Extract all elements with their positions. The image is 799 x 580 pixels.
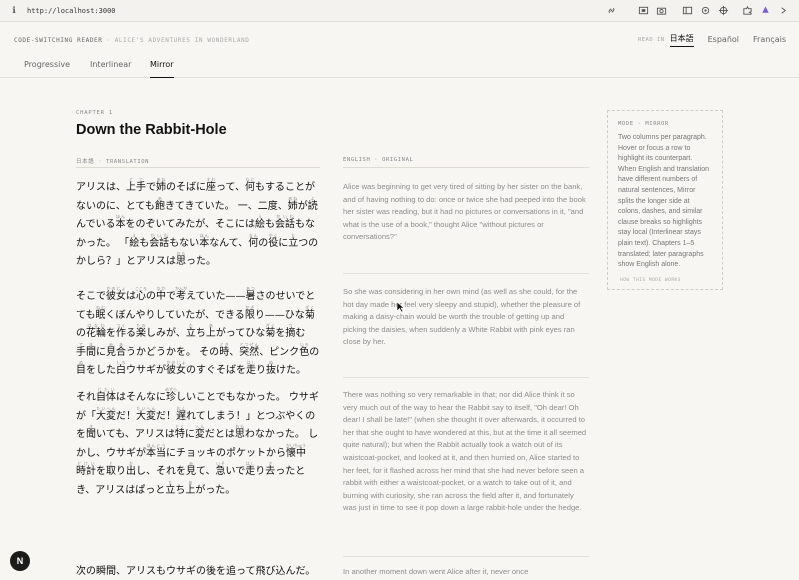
paragraph-original[interactable]: Alice was beginning to get very tired of… (343, 181, 589, 244)
language-japanese[interactable]: 日本語 (669, 33, 694, 47)
paragraph-translation[interactable]: そこで彼女かのじょは心こころの中なかで考かんがえていた——暑あつさのせいでとても… (76, 286, 320, 381)
divider (343, 273, 589, 274)
mouse-cursor-icon (396, 298, 405, 317)
language-french[interactable]: Français (753, 35, 786, 46)
paragraph-translation[interactable]: アリスは、上手どてで姉あねのそばに座すわって、何なにもすることがないのに、とても… (76, 177, 320, 272)
dev-tools-button[interactable]: N (10, 551, 30, 571)
app-name: CODE-SWITCHING READER (14, 37, 103, 44)
paragraph-translation[interactable]: 次の瞬間、アリスもウサギの後を追って飛び込んだ。 (76, 563, 320, 580)
how-this-mode-works-link[interactable]: HOW THIS MODE WORKS (620, 278, 681, 283)
paragraph-original[interactable]: So she was considering in her own mind (… (343, 286, 589, 349)
site-info-icon[interactable]: ℹ (7, 6, 21, 16)
language-spanish[interactable]: Español (708, 35, 739, 46)
divider (343, 167, 589, 168)
chapter-title: Down the Rabbit-Hole (76, 122, 227, 138)
brand-separator: · (106, 37, 111, 44)
original-column-heading: ENGLISH · ORIGINAL (343, 157, 414, 163)
language-switcher: READ IN 日本語 Español Français (638, 33, 786, 47)
extension-purple-icon[interactable] (759, 4, 771, 16)
tab-interlinear[interactable]: Interlinear (90, 60, 131, 78)
paragraph-original[interactable]: There was nothing so very remarkable in … (343, 389, 589, 515)
divider (343, 556, 589, 557)
extensions-icon[interactable] (741, 4, 753, 16)
app-header: CODE-SWITCHING READER · ALICE'S ADVENTURES… (0, 22, 799, 56)
camera-icon[interactable] (655, 4, 667, 16)
expand-icon[interactable] (777, 4, 789, 16)
picture-in-picture-icon[interactable] (637, 4, 649, 16)
target-icon[interactable] (717, 4, 729, 16)
book-title: ALICE'S ADVENTURES IN WONDERLAND (114, 37, 250, 44)
settings-icon[interactable] (699, 4, 711, 16)
divider (76, 167, 320, 168)
read-in-label: READ IN (637, 37, 665, 43)
translation-column-heading: 日本語 · TRANSLATION (76, 159, 150, 165)
tab-mirror[interactable]: Mirror (150, 60, 174, 78)
paragraph-original[interactable]: In another moment down went Alice after … (343, 566, 589, 579)
sidebar-icon[interactable] (681, 4, 693, 16)
address-bar[interactable]: http://localhost:3000 (27, 7, 116, 15)
paragraph-translation[interactable]: それ自体じたいはそんなに珍めずらしいことでもなかった。 ウサギが「大変たいへんだ… (76, 387, 320, 500)
mode-tabs: Progressive Interlinear Mirror (0, 56, 799, 78)
link-icon[interactable] (605, 4, 617, 16)
brand: CODE-SWITCHING READER · ALICE'S ADVENTURES… (14, 37, 249, 44)
note-body: Two columns per paragraph. Hover or focu… (618, 134, 710, 269)
browser-toolbar: ℹ http://localhost:3000 (0, 0, 799, 22)
tab-progressive[interactable]: Progressive (24, 60, 70, 78)
mode-note-card: MODE · MIRROR Two columns per paragraph.… (607, 110, 723, 290)
note-eyebrow: MODE · MIRROR (618, 121, 669, 127)
chapter-eyebrow: CHAPTER 1 (76, 110, 114, 116)
divider (343, 377, 589, 378)
